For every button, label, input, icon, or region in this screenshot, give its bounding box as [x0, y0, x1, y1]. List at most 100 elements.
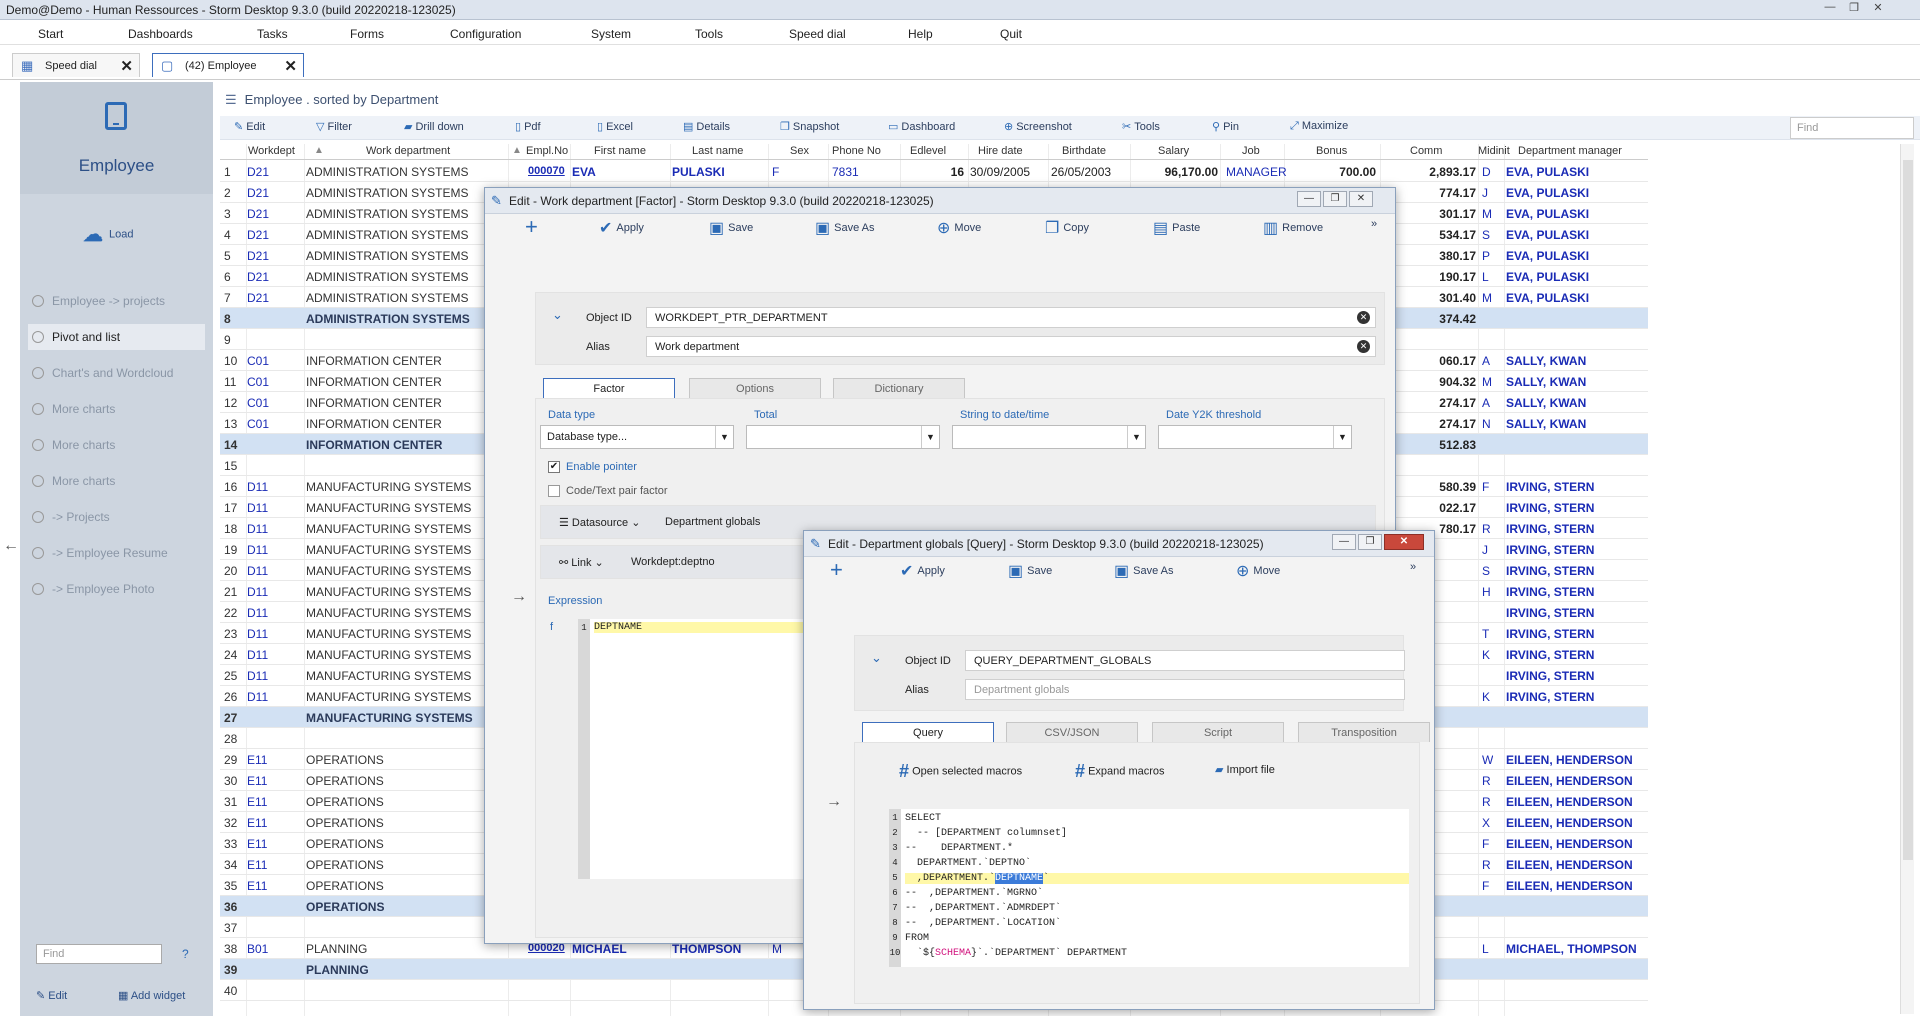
tab-speed-dial[interactable]: ▦ Speed dial ✕ — [12, 53, 140, 77]
col-sex[interactable]: Sex — [790, 145, 809, 157]
col-first-name[interactable]: First name — [594, 145, 646, 157]
tab-employee[interactable]: ▢ (42) Employee ✕ — [152, 53, 304, 77]
alias-field[interactable]: Department globals — [965, 679, 1405, 700]
sidebar-item-more-charts[interactable]: More charts — [28, 396, 205, 422]
query-editor[interactable]: 1 SELECT 2 -- [DEPARTMENT columnset] 3 -- … — [889, 809, 1409, 967]
function-icon[interactable]: f — [550, 621, 553, 633]
dashboard-button[interactable]: ▭ Dashboard — [888, 120, 955, 133]
sidebar-item-more-charts[interactable]: More charts — [28, 432, 205, 458]
pdf-button[interactable]: ▯ Pdf — [515, 120, 541, 133]
apply-button[interactable]: ✔ Apply — [900, 561, 945, 581]
menu-dashboards[interactable]: Dashboards — [128, 27, 193, 41]
col-bonus[interactable]: Bonus — [1316, 145, 1347, 157]
alias-field[interactable]: Work department ✕ — [646, 336, 1376, 357]
menu-tasks[interactable]: Tasks — [257, 27, 288, 41]
clear-icon[interactable]: ✕ — [1357, 311, 1370, 324]
save-as-button[interactable]: ▣ Save As — [1114, 561, 1173, 581]
edit-widgets-button[interactable]: ✎ Edit — [36, 989, 67, 1002]
data-type-select[interactable]: Database type... ▼ — [540, 425, 734, 449]
sidebar-item-projects[interactable]: -> Projects — [28, 504, 205, 530]
col-workdept[interactable]: Workdept — [248, 145, 295, 157]
save-button[interactable]: ▣ Save — [1008, 561, 1052, 581]
sidebar-item-employee-photo[interactable]: -> Employee Photo — [28, 576, 205, 602]
tab-dictionary[interactable]: Dictionary — [833, 378, 965, 398]
edit-button[interactable]: ✎ Edit — [234, 120, 265, 133]
col-edlevel[interactable]: Edlevel — [910, 145, 946, 157]
copy-button[interactable]: ❐ Copy — [1045, 218, 1089, 238]
scroll-thumb[interactable] — [1903, 160, 1913, 860]
menu-system[interactable]: System — [591, 27, 631, 41]
save-button[interactable]: ▣ Save — [709, 218, 753, 238]
arrow-right-icon[interactable]: → — [511, 588, 527, 606]
move-button[interactable]: ⊕ Move — [1236, 561, 1280, 581]
tab-factor[interactable]: Factor — [543, 378, 675, 398]
tab-transposition[interactable]: Transposition — [1298, 722, 1430, 742]
sidebar-item-employee-projects[interactable]: Employee -> projects — [28, 288, 205, 314]
add-icon[interactable]: + — [525, 214, 542, 240]
cell-emp[interactable]: 000070 — [528, 165, 565, 177]
menu-quit[interactable]: Quit — [1000, 27, 1022, 41]
tab-query[interactable]: Query — [862, 722, 994, 742]
sidebar-item-employee-resume[interactable]: -> Employee Resume — [28, 540, 205, 566]
close-icon[interactable]: ✕ — [1870, 1, 1886, 16]
enable-pointer-checkbox[interactable]: ✔ — [548, 461, 560, 473]
object-id-field[interactable]: WORKDEPT_PTR_DEPARTMENT ✕ — [646, 307, 1376, 328]
restore-icon[interactable]: ❐ — [1846, 1, 1862, 16]
total-select[interactable]: ▼ — [746, 425, 940, 449]
menu-start[interactable]: Start — [38, 27, 63, 41]
clear-icon[interactable]: ✕ — [1357, 340, 1370, 353]
close-tab-icon[interactable]: ✕ — [284, 57, 297, 75]
col-empl-no[interactable]: Empl.No — [526, 145, 568, 157]
sidebar-item-charts-wordcloud[interactable]: Chart's and Wordcloud — [28, 360, 205, 386]
tools-button[interactable]: ✂ Tools — [1122, 120, 1160, 133]
save-as-button[interactable]: ▣ Save As — [815, 218, 874, 238]
help-icon[interactable]: ? — [182, 947, 189, 961]
vertical-scrollbar[interactable] — [1900, 144, 1914, 1014]
col-midinit[interactable]: Midinit — [1478, 145, 1510, 157]
paste-button[interactable]: ▤ Paste — [1153, 218, 1200, 238]
more-icon[interactable]: » — [1410, 561, 1416, 573]
filter-button[interactable]: ▽ Filter — [316, 120, 352, 133]
open-macros-button[interactable]: # Open selected macros — [899, 761, 1022, 782]
load-button[interactable]: ☁ Load — [83, 222, 133, 247]
remove-button[interactable]: ▥ Remove — [1263, 218, 1323, 238]
object-id-field[interactable]: QUERY_DEPARTMENT_GLOBALS — [965, 650, 1405, 671]
menu-configuration[interactable]: Configuration — [450, 27, 521, 41]
col-comm[interactable]: Comm — [1410, 145, 1442, 157]
arrow-right-icon[interactable]: → — [826, 793, 842, 811]
collapse-icon[interactable]: ⌄ — [871, 650, 882, 666]
screenshot-button[interactable]: ⊕ Screenshot — [1004, 120, 1072, 133]
tab-csv-json[interactable]: CSV/JSON — [1006, 722, 1138, 742]
excel-button[interactable]: ▯ Excel — [597, 120, 633, 133]
menu-forms[interactable]: Forms — [350, 27, 384, 41]
sidebar-find-input[interactable]: Find — [36, 944, 162, 964]
apply-button[interactable]: ✔ Apply — [599, 218, 644, 238]
col-phone-no[interactable]: Phone No — [832, 145, 881, 157]
move-button[interactable]: ⊕ Move — [937, 218, 981, 238]
sidebar-item-pivot-and-list[interactable]: Pivot and list — [28, 324, 205, 350]
minimize-icon[interactable]: — — [1822, 1, 1838, 16]
tab-script[interactable]: Script — [1152, 722, 1284, 742]
y2k-select[interactable]: ▼ — [1158, 425, 1352, 449]
col-birthdate[interactable]: Birthdate — [1062, 145, 1106, 157]
pin-button[interactable]: ⚲ Pin — [1212, 120, 1239, 133]
maximize-button[interactable]: ⤢ Maximize — [1290, 120, 1348, 133]
col-salary[interactable]: Salary — [1158, 145, 1189, 157]
snapshot-button[interactable]: ❐ Snapshot — [780, 120, 839, 133]
menu-speed-dial[interactable]: Speed dial — [789, 27, 846, 41]
details-button[interactable]: ▤ Details — [683, 120, 730, 133]
col-job[interactable]: Job — [1242, 145, 1260, 157]
menu-help[interactable]: Help — [908, 27, 933, 41]
main-find-input[interactable]: Find — [1790, 117, 1914, 139]
add-widget-button[interactable]: ▦ Add widget — [118, 989, 185, 1002]
import-file-button[interactable]: ▰ Import file — [1215, 763, 1275, 776]
add-icon[interactable]: + — [830, 557, 847, 583]
more-icon[interactable]: » — [1371, 218, 1377, 230]
col-work-department[interactable]: Work department — [366, 145, 450, 157]
code-text-checkbox[interactable] — [548, 485, 560, 497]
expand-macros-button[interactable]: # Expand macros — [1075, 761, 1165, 782]
link-dropdown[interactable]: ⚯ Link ⌄ — [559, 556, 604, 569]
close-tab-icon[interactable]: ✕ — [120, 57, 133, 75]
table-row[interactable]: 1 D21 ADMINISTRATION SYSTEMS 000070 EVA PULAS… — [220, 161, 1648, 182]
sidebar-item-more-charts[interactable]: More charts — [28, 468, 205, 494]
